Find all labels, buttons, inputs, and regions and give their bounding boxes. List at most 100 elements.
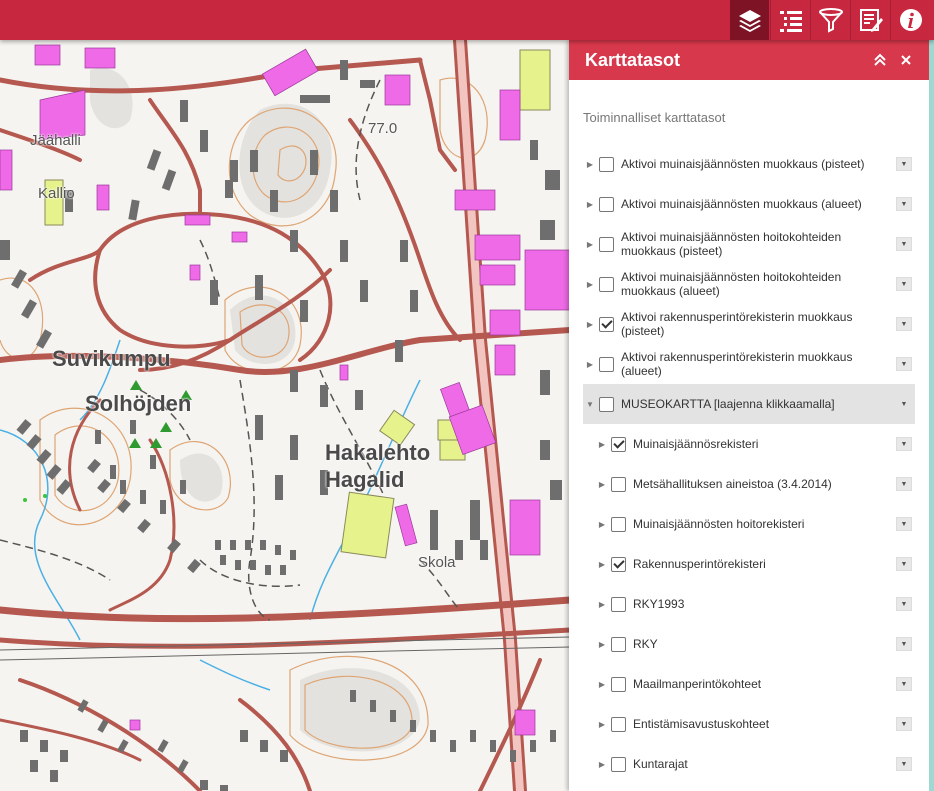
building bbox=[470, 730, 476, 742]
layer-checkbox[interactable] bbox=[611, 756, 626, 772]
layer-row[interactable]: ▶ Aktivoi muinaisjäännösten hoitokohteide… bbox=[583, 224, 915, 264]
expand-right-icon[interactable]: ▶ bbox=[585, 240, 595, 249]
layer-label: RKY bbox=[633, 637, 658, 651]
layer-checkbox[interactable] bbox=[611, 476, 626, 492]
scrollbar[interactable] bbox=[929, 40, 934, 791]
expand-right-icon[interactable]: ▶ bbox=[597, 480, 607, 489]
layer-menu-dropdown-icon[interactable]: ▼ bbox=[896, 397, 912, 411]
layers-button[interactable] bbox=[730, 0, 769, 40]
railway bbox=[0, 636, 570, 661]
layer-row[interactable]: ▶ RKY1993 ▼ bbox=[583, 584, 915, 624]
layer-menu-dropdown-icon[interactable]: ▼ bbox=[896, 677, 912, 691]
layer-row[interactable]: ▶ Aktivoi muinaisjäännösten muokkaus (alu… bbox=[583, 184, 915, 224]
expand-right-icon[interactable]: ▶ bbox=[597, 640, 607, 649]
layer-checkbox[interactable] bbox=[599, 196, 614, 212]
expand-right-icon[interactable]: ▶ bbox=[585, 160, 595, 169]
building bbox=[550, 480, 562, 500]
layer-checkbox[interactable] bbox=[611, 636, 626, 652]
expand-right-icon[interactable]: ▶ bbox=[597, 560, 607, 569]
layer-row[interactable]: ▶ Rakennusperintörekisteri ▼ bbox=[583, 544, 915, 584]
building bbox=[280, 750, 288, 762]
info-button[interactable] bbox=[890, 0, 930, 40]
close-button[interactable] bbox=[893, 47, 919, 73]
building bbox=[360, 280, 368, 302]
layer-checkbox[interactable] bbox=[611, 596, 626, 612]
layer-checkbox[interactable] bbox=[599, 276, 614, 292]
building bbox=[157, 739, 169, 753]
expand-right-icon[interactable]: ▶ bbox=[597, 600, 607, 609]
info-icon bbox=[899, 9, 922, 31]
expand-right-icon[interactable]: ▶ bbox=[585, 280, 595, 289]
building bbox=[40, 740, 48, 752]
layer-row[interactable]: ▶ Aktivoi muinaisjäännösten muokkaus (pis… bbox=[583, 144, 915, 184]
layers-panel: Karttatasot Toiminnalliset karttatasot ▶… bbox=[569, 40, 929, 791]
layer-row[interactable]: ▶ Entistämisavustuskohteet ▼ bbox=[583, 704, 915, 744]
layer-row[interactable]: ▶ Aktivoi muinaisjäännösten hoitokohteide… bbox=[583, 264, 915, 304]
layer-menu-dropdown-icon[interactable]: ▼ bbox=[896, 597, 912, 611]
layer-row[interactable]: ▶ Maailmanperintökohteet ▼ bbox=[583, 664, 915, 704]
expand-right-icon[interactable]: ▶ bbox=[585, 200, 595, 209]
layer-menu-dropdown-icon[interactable]: ▼ bbox=[896, 757, 912, 771]
layer-checkbox[interactable] bbox=[611, 676, 626, 692]
layer-group-row[interactable]: ▼ MUSEOKARTTA [laajenna klikkaamalla] ▼ bbox=[583, 384, 915, 424]
layer-menu-dropdown-icon[interactable]: ▼ bbox=[896, 437, 912, 451]
building bbox=[340, 240, 348, 262]
layer-menu-dropdown-icon[interactable]: ▼ bbox=[896, 277, 912, 291]
list-button[interactable] bbox=[770, 0, 810, 40]
building bbox=[160, 500, 166, 514]
expand-down-icon[interactable]: ▼ bbox=[585, 400, 595, 409]
building bbox=[240, 730, 248, 742]
layer-checkbox[interactable] bbox=[599, 356, 614, 372]
layer-menu-dropdown-icon[interactable]: ▼ bbox=[896, 477, 912, 491]
expand-right-icon[interactable]: ▶ bbox=[585, 320, 595, 329]
layer-checkbox[interactable] bbox=[611, 716, 626, 732]
building bbox=[46, 464, 62, 480]
building bbox=[255, 415, 263, 440]
layer-checkbox[interactable] bbox=[599, 156, 614, 172]
layer-checkbox[interactable] bbox=[611, 436, 626, 452]
layer-checkbox[interactable] bbox=[611, 516, 626, 532]
building bbox=[200, 780, 208, 790]
layer-checkbox[interactable] bbox=[599, 316, 614, 332]
layer-menu-dropdown-icon[interactable]: ▼ bbox=[896, 317, 912, 331]
expand-right-icon[interactable]: ▶ bbox=[585, 360, 595, 369]
layer-row[interactable]: ▶ Kuntarajat ▼ bbox=[583, 744, 915, 784]
list-icon bbox=[779, 11, 802, 32]
edit-button[interactable] bbox=[850, 0, 890, 40]
building bbox=[410, 290, 418, 312]
map-canvas[interactable]: Jäähalli Kallio Suvikumpu Solhöjden Haka… bbox=[0, 40, 570, 791]
building bbox=[550, 730, 556, 742]
layer-menu-dropdown-icon[interactable]: ▼ bbox=[896, 237, 912, 251]
layer-row[interactable]: ▶ Aktivoi rakennusperintörekisterin muokk… bbox=[583, 344, 915, 384]
layer-menu-dropdown-icon[interactable]: ▼ bbox=[896, 197, 912, 211]
filter-button[interactable] bbox=[810, 0, 850, 40]
building bbox=[530, 740, 536, 752]
layer-row[interactable]: ▶ Aktivoi rakennusperintörekisterin muokk… bbox=[583, 304, 915, 344]
building bbox=[300, 300, 308, 322]
layer-menu-dropdown-icon[interactable]: ▼ bbox=[896, 717, 912, 731]
building bbox=[30, 760, 38, 772]
layer-row[interactable]: ▶ Metsähallituksen aineistoa (3.4.2014) ▼ bbox=[583, 464, 915, 504]
expand-right-icon[interactable]: ▶ bbox=[597, 720, 607, 729]
expand-right-icon[interactable]: ▶ bbox=[597, 520, 607, 529]
layer-row[interactable]: ▶ Muinaisjäännösten hoitorekisteri ▼ bbox=[583, 504, 915, 544]
layer-menu-dropdown-icon[interactable]: ▼ bbox=[896, 157, 912, 171]
layer-menu-dropdown-icon[interactable]: ▼ bbox=[896, 637, 912, 651]
expand-right-icon[interactable]: ▶ bbox=[597, 440, 607, 449]
layer-menu-dropdown-icon[interactable]: ▼ bbox=[896, 357, 912, 371]
layer-checkbox[interactable] bbox=[611, 556, 626, 572]
layer-row[interactable]: ▶ Muinaisjäännösrekisteri ▼ bbox=[583, 424, 915, 464]
building bbox=[255, 275, 263, 300]
expand-right-icon[interactable]: ▶ bbox=[597, 760, 607, 769]
layer-menu-dropdown-icon[interactable]: ▼ bbox=[896, 517, 912, 531]
layer-checkbox[interactable] bbox=[599, 396, 614, 412]
layer-checkbox[interactable] bbox=[599, 236, 614, 252]
expand-right-icon[interactable]: ▶ bbox=[597, 680, 607, 689]
layer-menu-dropdown-icon[interactable]: ▼ bbox=[896, 557, 912, 571]
building bbox=[260, 740, 268, 752]
layer-label: Aktivoi muinaisjäännösten muokkaus (alue… bbox=[621, 197, 862, 211]
building bbox=[167, 538, 181, 554]
collapse-button[interactable] bbox=[867, 47, 893, 73]
layer-row[interactable]: ▶ RKY ▼ bbox=[583, 624, 915, 664]
building bbox=[275, 475, 283, 500]
